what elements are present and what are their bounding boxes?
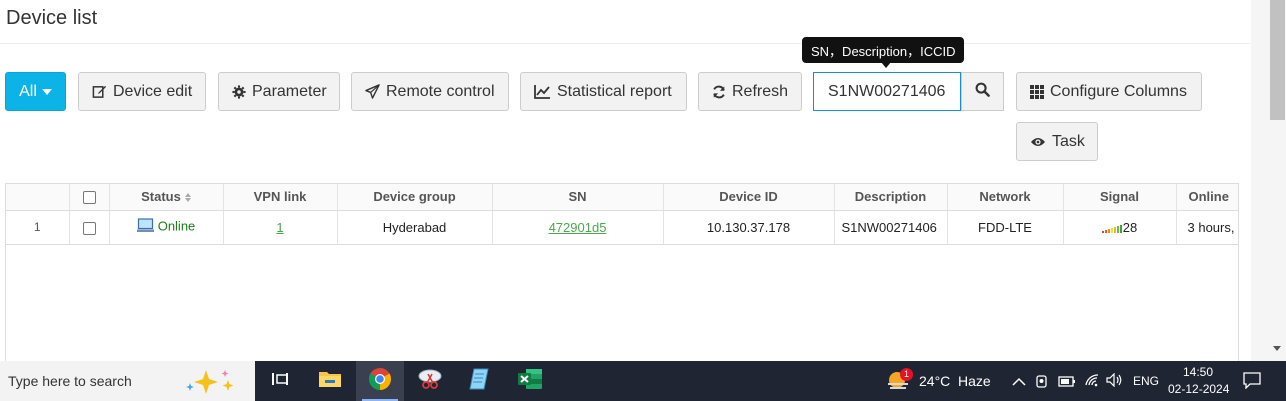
eye-icon [1030, 136, 1046, 148]
configure-columns-label: Configure Columns [1050, 82, 1187, 100]
scrollbar-thumb[interactable] [1270, 0, 1285, 120]
table-row[interactable]: 1 Online 1 Hyderabad 472901d5 10.130.37.… [6, 210, 1238, 245]
refresh-label: Refresh [732, 82, 789, 100]
all-label: All [19, 82, 37, 100]
weather-badge: 1 [900, 368, 913, 381]
clock-date[interactable]: 02-12-2024 [1168, 382, 1229, 396]
device-table: Status VPN link Device group SN Device I… [5, 183, 1239, 361]
clock-time[interactable]: 14:50 [1183, 365, 1213, 379]
status-text: Online [157, 218, 196, 234]
taskbar-search-placeholder: Type here to search [8, 373, 132, 389]
refresh-icon [712, 85, 726, 99]
folder-icon [318, 369, 342, 394]
line-chart-icon [534, 84, 551, 99]
snipping-tool-icon [417, 368, 443, 395]
device-id-cell: 10.130.37.178 [663, 210, 835, 245]
sn-link[interactable]: 472901d5 [549, 220, 607, 235]
table-header-row: Status VPN link Device group SN Device I… [6, 184, 1238, 211]
online-header: Online [1176, 184, 1238, 211]
page-title: Device list [6, 7, 98, 29]
tooltip-arrow [881, 62, 891, 68]
taskbar-search-box[interactable]: Type here to search [0, 361, 255, 401]
grid-icon [1030, 84, 1044, 99]
parameter-button[interactable]: Parameter [218, 72, 340, 111]
search-input[interactable]: S1NW00271406 [813, 72, 961, 111]
wifi-icon[interactable] [1084, 373, 1100, 392]
device-id-header: Device ID [663, 184, 835, 211]
scroll-down-arrow-icon[interactable] [1273, 346, 1281, 351]
excel-icon [517, 368, 543, 395]
row-select [69, 210, 110, 245]
refresh-button[interactable]: Refresh [698, 72, 802, 111]
chevron-up-icon[interactable] [1012, 374, 1026, 392]
all-filter-button[interactable]: All [5, 72, 66, 111]
device-list-page: Device list SN，Description，ICCID All Dev… [0, 0, 1286, 401]
chrome-button[interactable] [356, 361, 404, 401]
sn-cell: 472901d5 [492, 210, 664, 245]
description-cell: S1NW00271406 [834, 210, 948, 245]
signal-bars-icon [1101, 224, 1122, 233]
volume-icon[interactable] [1106, 372, 1124, 392]
task-view-icon [271, 371, 289, 392]
signal-cell: 28 [1063, 210, 1177, 245]
device-edit-button[interactable]: Device edit [78, 72, 206, 111]
search-tooltip: SN，Description，ICCID [802, 37, 965, 63]
chrome-icon [368, 367, 392, 396]
file-explorer-button[interactable] [306, 361, 354, 401]
send-icon [365, 84, 380, 99]
meet-now-icon[interactable] [1035, 373, 1049, 394]
select-all-checkbox[interactable] [82, 191, 96, 205]
weather-temp[interactable]: 24°C [919, 373, 950, 389]
vpn-link-header: VPN link [223, 184, 338, 211]
caret-down-icon [41, 88, 52, 95]
network-cell: FDD-LTE [947, 210, 1064, 245]
computer-icon [136, 218, 154, 236]
search-icon [975, 82, 990, 102]
description-header: Description [834, 184, 948, 211]
notepad-button[interactable] [456, 361, 504, 401]
language-indicator[interactable]: ENG [1133, 374, 1159, 388]
task-label: Task [1052, 132, 1085, 150]
task-view-button[interactable] [256, 361, 304, 401]
title-divider [0, 43, 1250, 44]
notification-icon[interactable] [1243, 372, 1261, 394]
search-button[interactable] [961, 72, 1004, 111]
select-all-header [69, 184, 110, 211]
status-header[interactable]: Status [109, 184, 224, 211]
edit-icon [92, 84, 107, 99]
index-header [6, 184, 70, 211]
status-cell: Online [109, 210, 224, 245]
gear-icon [232, 84, 246, 99]
signal-header: Signal [1063, 184, 1177, 211]
device-group-cell: Hyderabad [337, 210, 493, 245]
vpn-link[interactable]: 1 [276, 220, 283, 235]
battery-icon[interactable] [1058, 375, 1076, 393]
remote-control-label: Remote control [386, 82, 495, 100]
remote-control-button[interactable]: Remote control [351, 72, 509, 111]
online-cell: 3 hours, [1176, 210, 1238, 245]
task-button[interactable]: Task [1016, 122, 1098, 161]
excel-button[interactable] [506, 361, 554, 401]
parameter-label: Parameter [252, 82, 327, 100]
windows-taskbar: Type here to search 1 24°C Haze ENG 14:5… [0, 361, 1286, 401]
signal-value: 28 [1122, 219, 1138, 235]
notepad-icon [469, 368, 491, 395]
snipping-tool-button[interactable] [406, 361, 454, 401]
device-group-header: Device group [337, 184, 493, 211]
row-checkbox[interactable] [82, 221, 96, 235]
vpn-link-cell: 1 [223, 210, 338, 245]
network-header: Network [947, 184, 1064, 211]
statistical-report-button[interactable]: Statistical report [520, 72, 687, 111]
configure-columns-button[interactable]: Configure Columns [1016, 72, 1202, 111]
weather-desc[interactable]: Haze [958, 373, 991, 389]
sparkle-icon [184, 367, 244, 400]
device-edit-label: Device edit [113, 82, 193, 100]
status-header-label: Status [141, 189, 181, 205]
sn-header: SN [492, 184, 664, 211]
statistical-report-label: Statistical report [557, 82, 672, 100]
row-index: 1 [6, 210, 70, 245]
sort-icon[interactable] [184, 193, 191, 203]
